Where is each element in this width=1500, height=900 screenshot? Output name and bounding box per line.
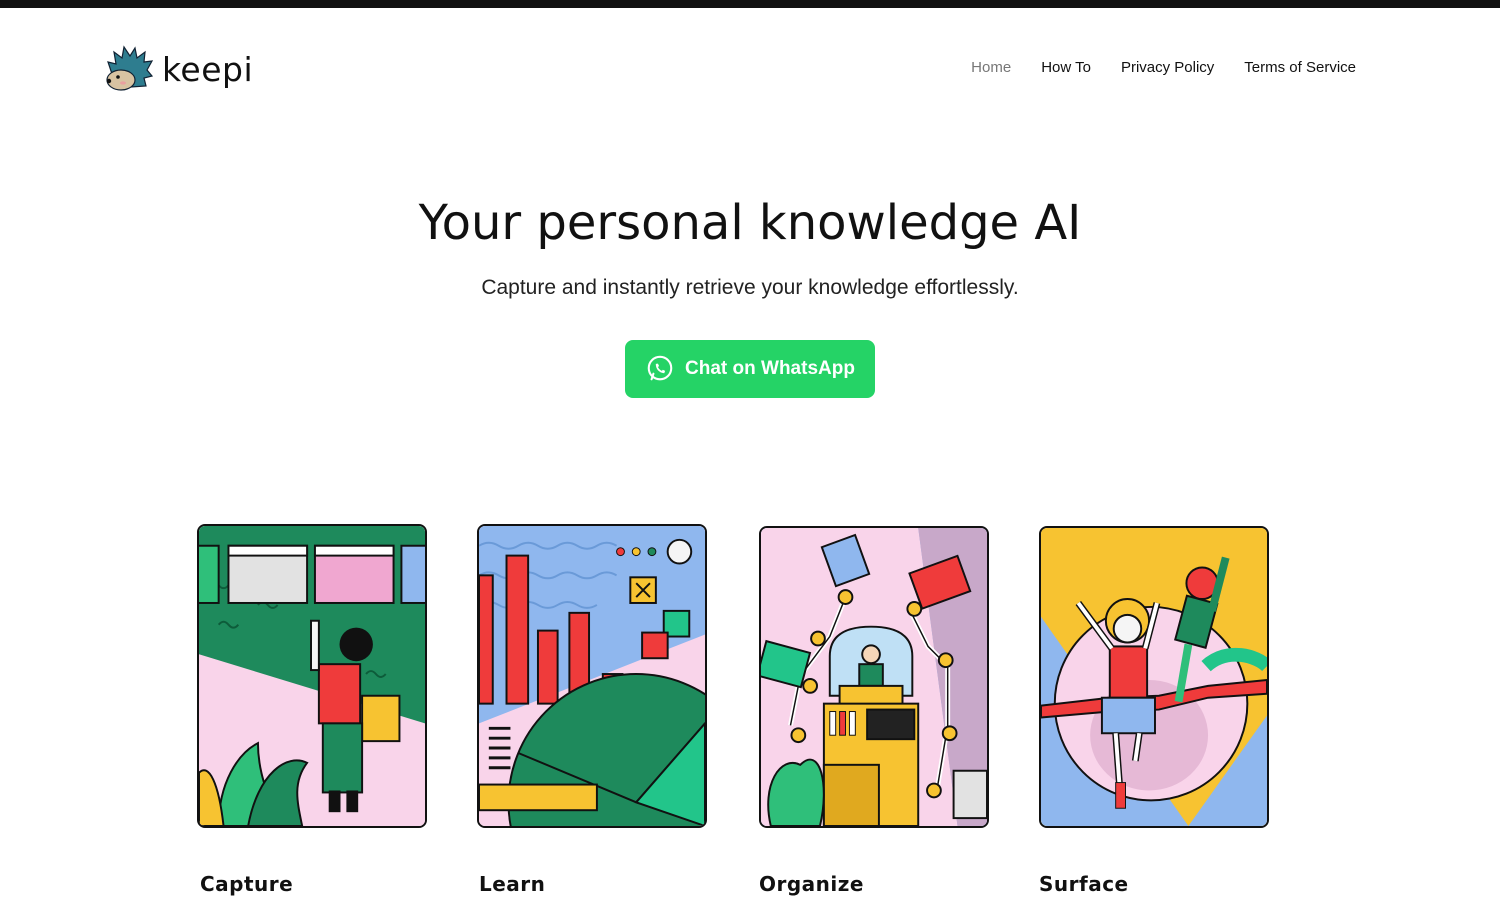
brand-name: keepi bbox=[162, 49, 254, 89]
whatsapp-icon bbox=[647, 355, 673, 381]
hedgehog-icon bbox=[106, 45, 154, 91]
feature-title-surface: Surface bbox=[1039, 872, 1129, 896]
nav-terms-of-service[interactable]: Terms of Service bbox=[1244, 59, 1356, 76]
feature-title-capture: Capture bbox=[200, 872, 294, 896]
feature-title-organize: Organize bbox=[759, 872, 864, 896]
hero-title: Your personal knowledge AI bbox=[418, 195, 1082, 251]
chat-on-whatsapp-button[interactable]: Chat on WhatsApp bbox=[625, 340, 875, 398]
chat-on-whatsapp-label: Chat on WhatsApp bbox=[685, 358, 855, 379]
nav-home[interactable]: Home bbox=[971, 59, 1011, 76]
top-bar bbox=[0, 0, 1500, 8]
main-nav: Home How To Privacy Policy Terms of Serv… bbox=[971, 59, 1356, 76]
logo[interactable]: keepi bbox=[104, 44, 253, 94]
organize-illustration bbox=[759, 526, 989, 828]
capture-illustration bbox=[197, 524, 427, 828]
learn-illustration bbox=[477, 524, 707, 828]
nav-privacy-policy[interactable]: Privacy Policy bbox=[1121, 59, 1214, 76]
nav-how-to[interactable]: How To bbox=[1041, 59, 1091, 76]
hero-subtitle: Capture and instantly retrieve your know… bbox=[481, 276, 1019, 299]
feature-title-learn: Learn bbox=[479, 872, 546, 896]
surface-illustration bbox=[1039, 526, 1269, 828]
